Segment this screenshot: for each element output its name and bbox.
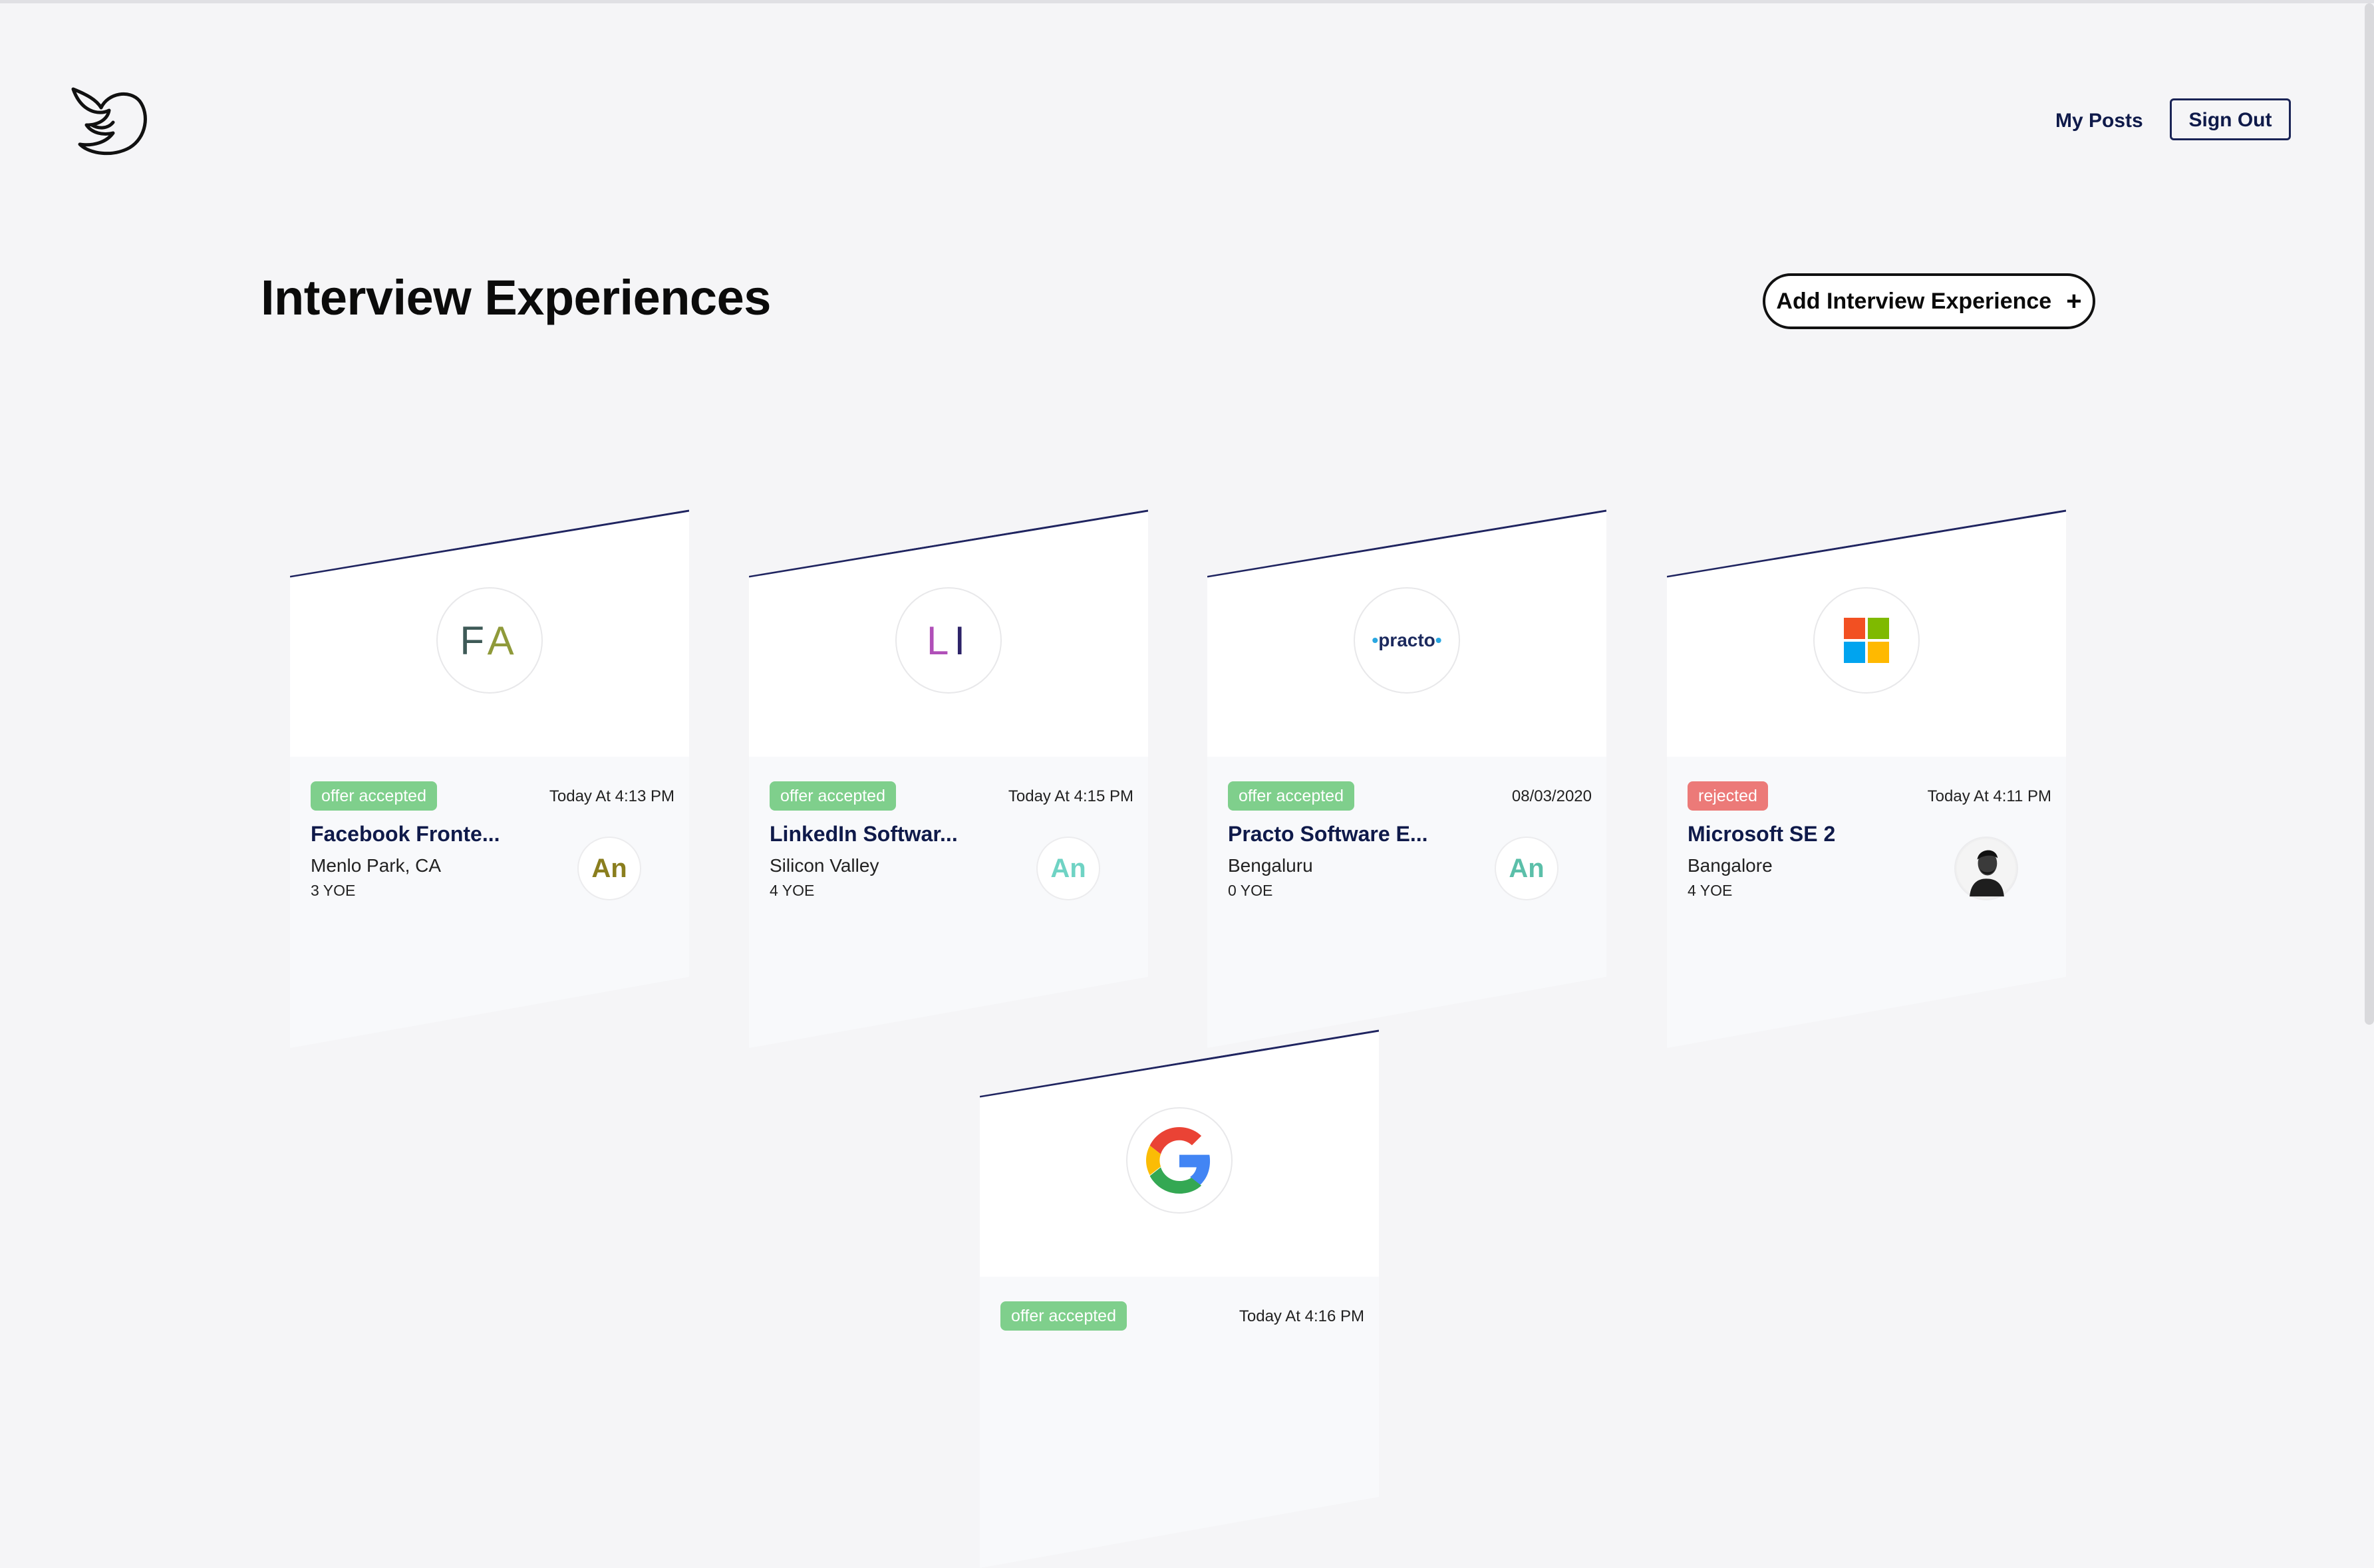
top-border	[0, 0, 2374, 3]
card-location: Bengaluru	[1228, 855, 1313, 876]
card-date: Today At 4:15 PM	[1008, 787, 1133, 805]
nav-my-posts-link[interactable]: My Posts	[2055, 107, 2143, 135]
experience-card[interactable]: •practo• offer accepted 08/03/2020 Practo S…	[1207, 509, 1606, 1048]
author-avatar-initials: An	[591, 853, 627, 883]
app-logo-icon[interactable]	[67, 81, 150, 160]
card-title[interactable]: Facebook Fronte...	[311, 822, 500, 847]
practo-logo-text: •practo•	[1372, 630, 1442, 650]
plus-icon: +	[2066, 287, 2082, 316]
experience-card[interactable]: rejected Today At 4:11 PM Microsoft SE 2 Ba…	[1667, 509, 2066, 1048]
card-title[interactable]: Microsoft SE 2	[1688, 822, 1835, 847]
card-location: Silicon Valley	[770, 855, 879, 876]
author-avatar-initials: An	[1509, 853, 1545, 883]
status-badge: offer accepted	[311, 781, 437, 811]
card-date: 08/03/2020	[1511, 787, 1592, 805]
card-yoe: 4 YOE	[1688, 882, 1733, 899]
company-initial-letter: A	[487, 618, 519, 663]
author-avatar[interactable]: An	[577, 837, 641, 900]
card-yoe: 0 YOE	[1228, 882, 1273, 899]
status-badge: rejected	[1688, 781, 1768, 811]
author-avatar[interactable]: An	[1495, 837, 1558, 900]
company-logo	[1813, 587, 1920, 694]
author-avatar[interactable]: An	[1036, 837, 1100, 900]
card-date: Today At 4:11 PM	[1927, 787, 2051, 805]
status-badge: offer accepted	[770, 781, 896, 811]
sign-out-button[interactable]: Sign Out	[2170, 98, 2291, 140]
google-icon	[1146, 1127, 1211, 1194]
company-initials: LI	[927, 618, 970, 664]
microsoft-icon	[1844, 618, 1889, 663]
company-initial-letter: I	[954, 618, 971, 663]
page-scrollbar[interactable]	[2365, 3, 2374, 1025]
status-badge: offer accepted	[1228, 781, 1354, 811]
author-avatar-initials: An	[1050, 853, 1086, 883]
company-initials: FA	[460, 618, 519, 664]
card-date: Today At 4:13 PM	[549, 787, 674, 805]
card-location: Bangalore	[1688, 855, 1773, 876]
company-initial-letter: L	[926, 618, 955, 663]
company-logo: •practo•	[1354, 587, 1460, 694]
experience-card[interactable]: offer accepted Today At 4:16 PM	[980, 1029, 1379, 1568]
card-location: Menlo Park, CA	[311, 855, 442, 876]
add-button-label: Add Interview Experience	[1776, 288, 2052, 314]
company-logo	[1126, 1107, 1233, 1214]
company-initial-letter: F	[460, 618, 488, 663]
company-logo: LI	[895, 587, 1002, 694]
card-yoe: 3 YOE	[311, 882, 356, 899]
status-badge: offer accepted	[1000, 1301, 1127, 1331]
experience-card[interactable]: FA offer accepted Today At 4:13 PM Facebook…	[290, 509, 689, 1048]
card-date: Today At 4:16 PM	[1239, 1307, 1364, 1325]
author-avatar-photo[interactable]	[1954, 837, 2018, 900]
page-title: Interview Experiences	[261, 270, 771, 325]
card-title[interactable]: Practo Software E...	[1228, 822, 1428, 847]
person-icon	[1956, 839, 2016, 898]
card-title[interactable]: LinkedIn Softwar...	[770, 822, 958, 847]
add-interview-experience-button[interactable]: Add Interview Experience +	[1763, 273, 2095, 329]
experience-card[interactable]: LI offer accepted Today At 4:15 PM LinkedIn…	[749, 509, 1148, 1048]
company-logo: FA	[436, 587, 543, 694]
card-yoe: 4 YOE	[770, 882, 815, 899]
